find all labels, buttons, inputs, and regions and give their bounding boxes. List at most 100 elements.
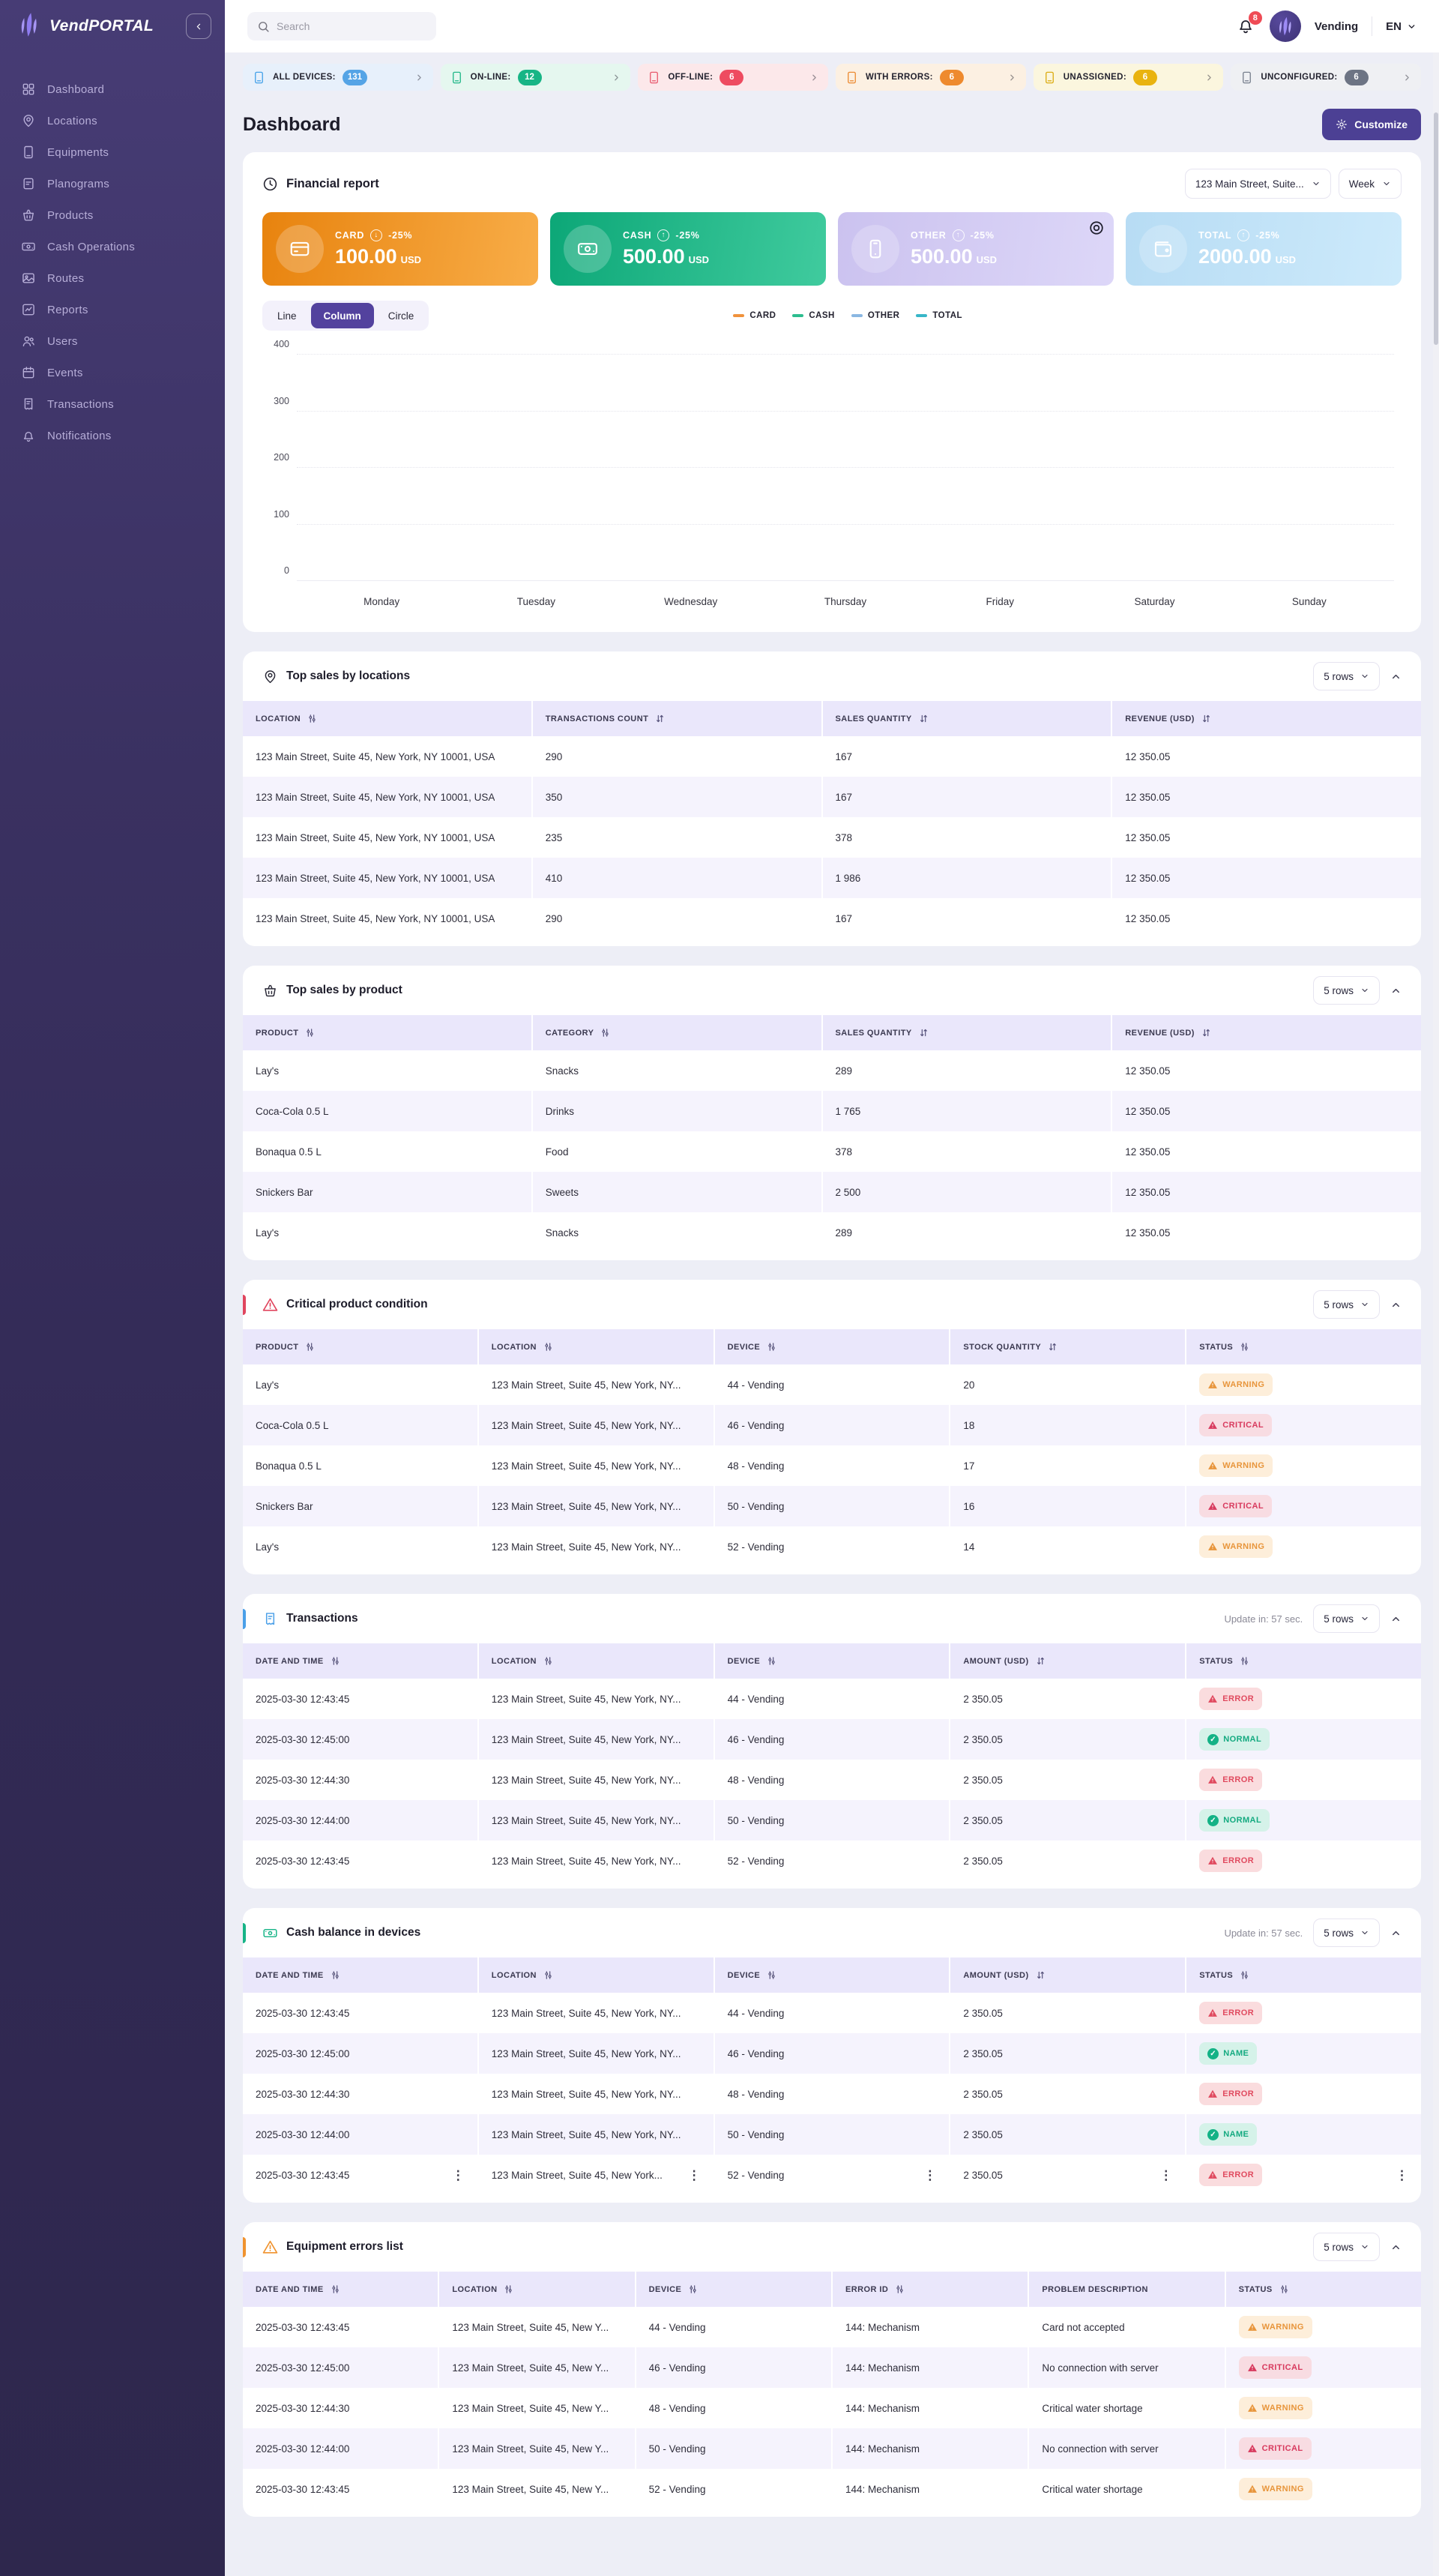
table-row[interactable]: Bonaqua 0.5 L 123 Main Street, Suite 45, … bbox=[243, 1445, 1421, 1486]
table-row[interactable]: 2025-03-30 12:44:30 123 Main Street, Suit… bbox=[243, 1760, 1421, 1800]
filter-icon[interactable] bbox=[543, 1341, 554, 1352]
period-select[interactable]: Week bbox=[1338, 169, 1402, 199]
table-row[interactable]: 2025-03-30 12:44:30 123 Main Street, Suit… bbox=[243, 2388, 1421, 2428]
customize-button[interactable]: Customize bbox=[1322, 109, 1421, 140]
search-input[interactable] bbox=[277, 20, 426, 32]
sidebar-item-users[interactable]: Users bbox=[0, 325, 225, 357]
sidebar-item-planograms[interactable]: Planograms bbox=[0, 168, 225, 199]
sidebar-item-transactions[interactable]: Transactions bbox=[0, 388, 225, 420]
location-select[interactable]: 123 Main Street, Suite... bbox=[1184, 169, 1331, 199]
sidebar-item-notifications[interactable]: Notifications bbox=[0, 420, 225, 451]
table-row[interactable]: Lay's Snacks 289 12 350.05 bbox=[243, 1212, 1421, 1253]
filter-icon[interactable] bbox=[687, 2284, 699, 2295]
sidebar-item-products[interactable]: Products bbox=[0, 199, 225, 231]
table-row[interactable]: 2025-03-30 12:44:00 123 Main Street, Suit… bbox=[243, 2428, 1421, 2469]
table-row[interactable]: 2025-03-30 12:44:00 123 Main Street, Suit… bbox=[243, 2114, 1421, 2155]
visibility-icon[interactable] bbox=[1088, 220, 1105, 240]
rows-per-page-select[interactable]: 5 rows bbox=[1313, 1919, 1380, 1947]
table-row[interactable]: Bonaqua 0.5 L Food 378 12 350.05 bbox=[243, 1131, 1421, 1172]
filter-icon[interactable] bbox=[330, 1969, 341, 1981]
filter-icon[interactable] bbox=[330, 2284, 341, 2295]
user-name[interactable]: Vending bbox=[1315, 20, 1358, 33]
table-row[interactable]: 123 Main Street, Suite 45, New York, NY … bbox=[243, 898, 1421, 939]
rows-per-page-select[interactable]: 5 rows bbox=[1313, 662, 1380, 690]
kebab-menu-icon[interactable]: ⋮ bbox=[688, 2169, 701, 2182]
table-row[interactable]: 123 Main Street, Suite 45, New York, NY … bbox=[243, 736, 1421, 777]
sidebar-item-dashboard[interactable]: Dashboard bbox=[0, 73, 225, 105]
sidebar-item-events[interactable]: Events bbox=[0, 357, 225, 388]
section-collapse-button[interactable] bbox=[1390, 1613, 1402, 1625]
table-row[interactable]: 123 Main Street, Suite 45, New York, NY … bbox=[243, 858, 1421, 898]
chip-with-errors[interactable]: WITH ERRORS: 6 bbox=[836, 64, 1026, 91]
filter-icon[interactable] bbox=[1239, 1341, 1250, 1352]
sort-icon[interactable] bbox=[1201, 1027, 1212, 1038]
sidebar-item-routes[interactable]: Routes bbox=[0, 262, 225, 294]
sidebar-collapse-button[interactable] bbox=[186, 13, 211, 39]
legend-item-cash[interactable]: CASH bbox=[792, 311, 834, 320]
metric-card-other[interactable]: OTHER ↑ -25% 500.00 USD bbox=[838, 212, 1114, 286]
rows-per-page-select[interactable]: 5 rows bbox=[1313, 1604, 1380, 1633]
filter-icon[interactable] bbox=[304, 1341, 316, 1352]
metric-card-card[interactable]: CARD ↓ -25% 100.00 USD bbox=[262, 212, 538, 286]
metric-card-cash[interactable]: CASH ↑ -25% 500.00 USD bbox=[550, 212, 826, 286]
sort-icon[interactable] bbox=[1035, 1969, 1046, 1981]
table-row[interactable]: 2025-03-30 12:45:00 123 Main Street, Suit… bbox=[243, 2033, 1421, 2074]
filter-icon[interactable] bbox=[1239, 1969, 1250, 1981]
search-box[interactable] bbox=[247, 12, 436, 40]
table-row[interactable]: Coca-Cola 0.5 L 123 Main Street, Suite 45… bbox=[243, 1405, 1421, 1445]
chip-unconfigured[interactable]: UNCONFIGURED: 6 bbox=[1231, 64, 1422, 91]
table-row[interactable]: 2025-03-30 12:43:45 ⋮ 123 Main Street, Sui… bbox=[243, 2155, 1421, 2195]
kebab-menu-icon[interactable]: ⋮ bbox=[452, 2169, 465, 2182]
rows-per-page-select[interactable]: 5 rows bbox=[1313, 976, 1380, 1005]
chip-unassigned[interactable]: UNASSIGNED: 6 bbox=[1033, 64, 1224, 91]
kebab-menu-icon[interactable]: ⋮ bbox=[1396, 2169, 1408, 2182]
scrollbar-thumb[interactable] bbox=[1434, 112, 1438, 345]
toggle-column[interactable]: Column bbox=[310, 303, 374, 328]
table-row[interactable]: 2025-03-30 12:44:00 123 Main Street, Suit… bbox=[243, 1800, 1421, 1841]
chip-off-line[interactable]: OFF-LINE: 6 bbox=[638, 64, 829, 91]
sidebar-item-reports[interactable]: Reports bbox=[0, 294, 225, 325]
filter-icon[interactable] bbox=[766, 1341, 777, 1352]
table-row[interactable]: 2025-03-30 12:44:30 123 Main Street, Suit… bbox=[243, 2074, 1421, 2114]
kebab-menu-icon[interactable]: ⋮ bbox=[1159, 2169, 1172, 2182]
table-row[interactable]: Lay's Snacks 289 12 350.05 bbox=[243, 1050, 1421, 1091]
notifications-button[interactable]: 8 bbox=[1237, 11, 1262, 36]
legend-item-card[interactable]: CARD bbox=[733, 311, 776, 320]
filter-icon[interactable] bbox=[307, 713, 318, 724]
filter-icon[interactable] bbox=[1279, 2284, 1290, 2295]
filter-icon[interactable] bbox=[766, 1969, 777, 1981]
avatar[interactable] bbox=[1269, 10, 1301, 42]
toggle-circle[interactable]: Circle bbox=[375, 303, 427, 328]
table-row[interactable]: Coca-Cola 0.5 L Drinks 1 765 12 350.05 bbox=[243, 1091, 1421, 1131]
legend-item-total[interactable]: TOTAL bbox=[916, 311, 962, 320]
section-collapse-button[interactable] bbox=[1390, 671, 1402, 682]
section-collapse-button[interactable] bbox=[1390, 985, 1402, 996]
table-row[interactable]: 2025-03-30 12:43:45 123 Main Street, Suit… bbox=[243, 2469, 1421, 2509]
metric-card-total[interactable]: TOTAL ↑ -25% 2000.00 USD bbox=[1126, 212, 1402, 286]
filter-icon[interactable] bbox=[766, 1655, 777, 1667]
chip-all-devices[interactable]: ALL DEVICES: 131 bbox=[243, 64, 433, 91]
table-row[interactable]: Lay's 123 Main Street, Suite 45, New York… bbox=[243, 1526, 1421, 1567]
filter-icon[interactable] bbox=[894, 2284, 905, 2295]
toggle-line[interactable]: Line bbox=[265, 303, 310, 328]
table-row[interactable]: 2025-03-30 12:43:45 123 Main Street, Suit… bbox=[243, 2307, 1421, 2347]
filter-icon[interactable] bbox=[503, 2284, 514, 2295]
language-selector[interactable]: EN bbox=[1386, 20, 1417, 33]
table-row[interactable]: Snickers Bar 123 Main Street, Suite 45, N… bbox=[243, 1486, 1421, 1526]
sidebar-item-cash-operations[interactable]: Cash Operations bbox=[0, 231, 225, 262]
sort-icon[interactable] bbox=[654, 713, 666, 724]
sort-icon[interactable] bbox=[918, 713, 929, 724]
kebab-menu-icon[interactable]: ⋮ bbox=[923, 2169, 936, 2182]
rows-per-page-select[interactable]: 5 rows bbox=[1313, 2233, 1380, 2261]
table-row[interactable]: 2025-03-30 12:43:45 123 Main Street, Suit… bbox=[243, 1679, 1421, 1719]
section-collapse-button[interactable] bbox=[1390, 1928, 1402, 1939]
sort-icon[interactable] bbox=[918, 1027, 929, 1038]
scrollbar-track[interactable] bbox=[1433, 52, 1439, 2576]
sort-icon[interactable] bbox=[1047, 1341, 1058, 1352]
section-collapse-button[interactable] bbox=[1390, 1299, 1402, 1310]
table-row[interactable]: 123 Main Street, Suite 45, New York, NY … bbox=[243, 777, 1421, 817]
legend-item-other[interactable]: OTHER bbox=[851, 311, 900, 320]
section-collapse-button[interactable] bbox=[1390, 2242, 1402, 2253]
table-row[interactable]: 2025-03-30 12:45:00 123 Main Street, Suit… bbox=[243, 2347, 1421, 2388]
chip-on-line[interactable]: ON-LINE: 12 bbox=[440, 64, 631, 91]
